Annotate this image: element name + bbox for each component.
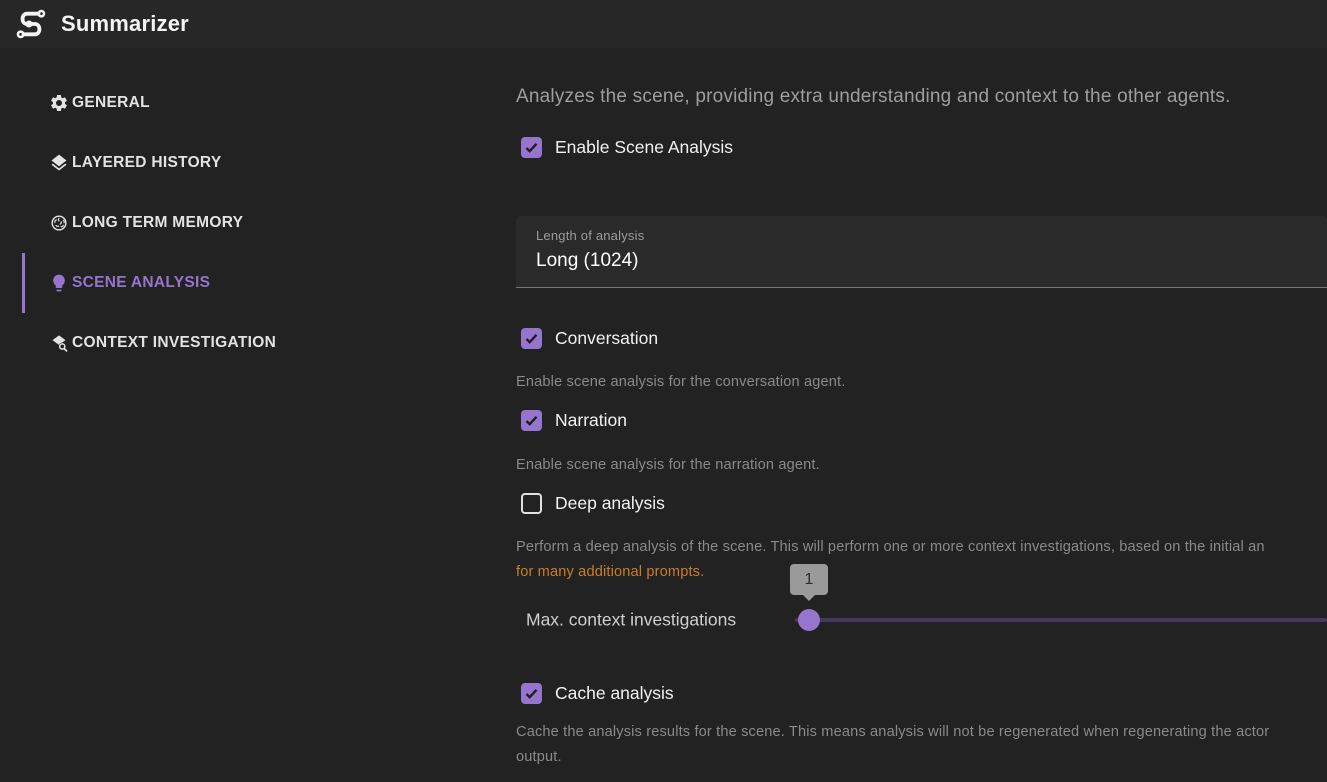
- app-window: Summarizer GENERAL LAYERED HISTORY: [0, 0, 1327, 782]
- summarizer-route-logo-icon: [13, 6, 49, 42]
- checkbox-label: Enable Scene Analysis: [555, 137, 733, 158]
- check-icon: [524, 413, 539, 428]
- layers-search-icon: [48, 333, 69, 354]
- sidebar: GENERAL LAYERED HISTORY LONG TERM MEMORY: [0, 73, 500, 373]
- sidebar-item-context-investigation[interactable]: CONTEXT INVESTIGATION: [22, 313, 500, 373]
- sidebar-item-scene-analysis[interactable]: SCENE ANALYSIS: [22, 253, 500, 313]
- deep-analysis-help-text: Perform a deep analysis of the scene. Th…: [516, 539, 1327, 555]
- conversation-help-text: Enable scene analysis for the conversati…: [516, 374, 1327, 390]
- sidebar-item-label: SCENE ANALYSIS: [72, 274, 210, 292]
- cache-analysis-checkbox-row[interactable]: Cache analysis: [521, 681, 674, 705]
- check-icon: [524, 331, 539, 346]
- length-of-analysis-select[interactable]: Length of analysis Long (1024): [516, 216, 1327, 288]
- sidebar-item-label: LAYERED HISTORY: [72, 154, 222, 172]
- cache-analysis-help-text: Cache the analysis results for the scene…: [516, 724, 1327, 740]
- narration-checkbox-row[interactable]: Narration: [521, 408, 627, 432]
- select-value: Long (1024): [536, 250, 1327, 272]
- check-icon: [524, 686, 539, 701]
- lightbulb-icon: [48, 273, 69, 294]
- check-icon: [524, 140, 539, 155]
- deep-analysis-checkbox-row[interactable]: Deep analysis: [521, 491, 665, 515]
- checkbox[interactable]: [521, 683, 542, 704]
- slider-thumb[interactable]: [798, 609, 820, 631]
- cache-analysis-help-text-line2: output.: [516, 749, 1327, 765]
- checkbox-label: Narration: [555, 410, 627, 431]
- checkbox-label: Deep analysis: [555, 493, 665, 514]
- sidebar-item-label: GENERAL: [72, 94, 150, 112]
- select-label: Length of analysis: [536, 228, 1327, 243]
- topbar: Summarizer: [0, 0, 1327, 48]
- slider-value-tooltip: 1: [790, 564, 828, 595]
- checkbox-label: Cache analysis: [555, 683, 674, 704]
- panel-description: Analyzes the scene, providing extra unde…: [516, 86, 1231, 108]
- enable-scene-analysis-checkbox-row[interactable]: Enable Scene Analysis: [521, 135, 733, 159]
- slider-label: Max. context investigations: [526, 610, 736, 631]
- conversation-checkbox-row[interactable]: Conversation: [521, 326, 658, 350]
- sidebar-item-label: LONG TERM MEMORY: [72, 214, 243, 232]
- checkbox[interactable]: [521, 410, 542, 431]
- checkbox[interactable]: [521, 493, 542, 514]
- checkbox-label: Conversation: [555, 328, 658, 349]
- max-context-investigations-slider-row: Max. context investigations 1: [516, 598, 1327, 642]
- deep-analysis-warning-text: for many additional prompts.: [516, 564, 1327, 580]
- sidebar-item-long-term-memory[interactable]: LONG TERM MEMORY: [22, 193, 500, 253]
- gear-icon: [48, 93, 69, 114]
- layers-icon: [48, 153, 69, 174]
- scene-analysis-panel: Analyzes the scene, providing extra unde…: [516, 48, 1327, 782]
- checkbox[interactable]: [521, 137, 542, 158]
- sidebar-item-general[interactable]: GENERAL: [22, 73, 500, 133]
- sidebar-item-layered-history[interactable]: LAYERED HISTORY: [22, 133, 500, 193]
- brain-icon: [48, 213, 69, 234]
- checkbox[interactable]: [521, 328, 542, 349]
- sidebar-item-label: CONTEXT INVESTIGATION: [72, 334, 276, 352]
- narration-help-text: Enable scene analysis for the narration …: [516, 457, 1327, 473]
- app-title: Summarizer: [61, 11, 189, 37]
- slider-track[interactable]: [795, 618, 1327, 622]
